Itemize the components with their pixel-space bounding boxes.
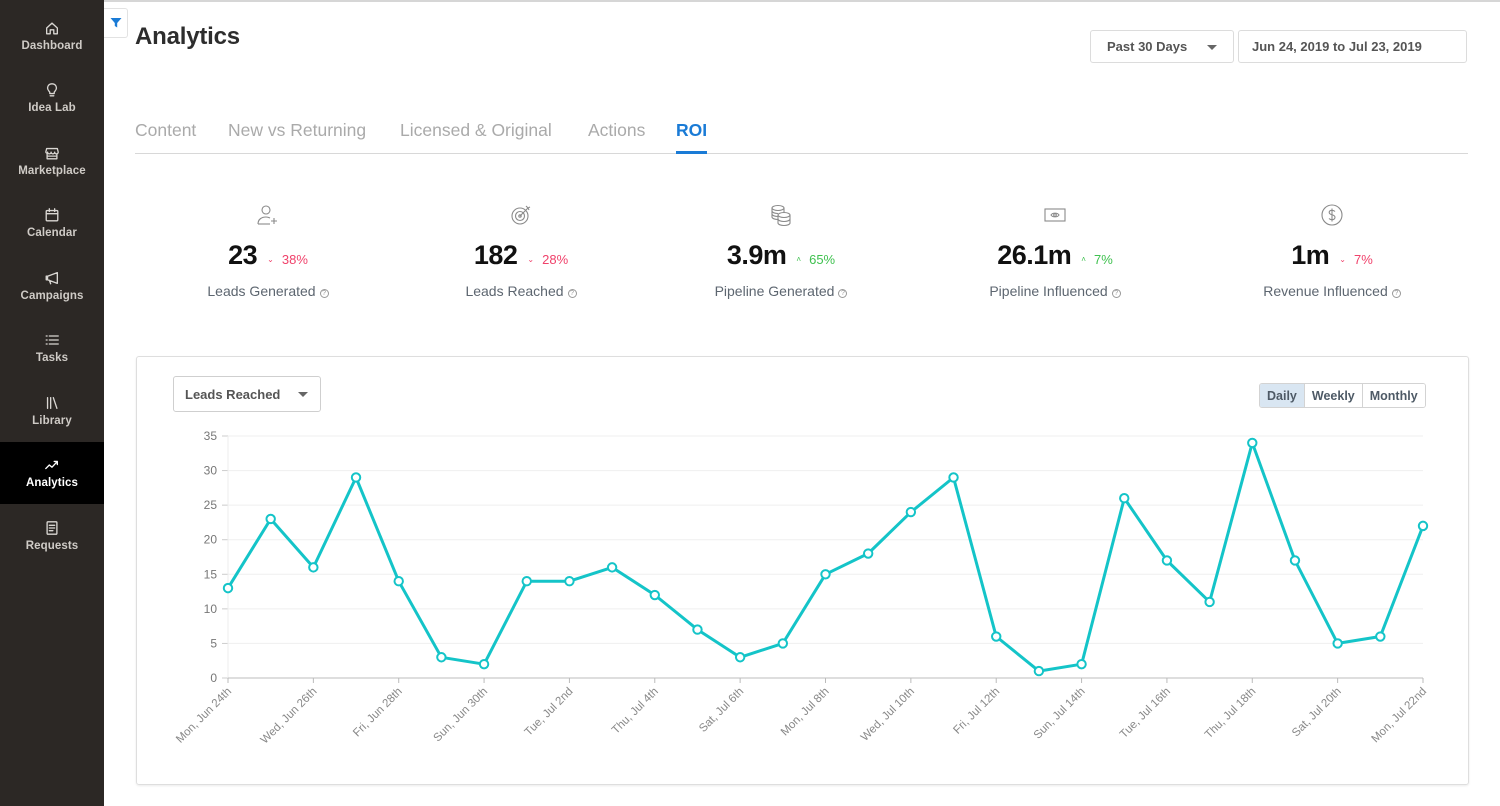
lightbulb-icon [43,81,61,99]
metric-select[interactable]: Leads Reached [173,376,321,412]
filter-icon [110,18,121,28]
store-icon [43,144,61,162]
banknote-icon [1044,208,1066,222]
kpi-change: ⌄ 28% [527,252,569,267]
tab-content[interactable]: Content [135,120,196,141]
kpi-value: 1m [1291,240,1330,270]
sidebar-item-campaigns[interactable]: Campaigns [0,254,104,316]
kpi-label: Leads Reached [465,283,564,299]
arrow-up-icon: ˄ [796,255,802,264]
coins-icon [771,204,791,227]
arrow-down-icon: ⌄ [267,255,274,264]
help-icon[interactable]: ? [567,289,577,298]
caret-down-icon [298,392,308,397]
kpi-change: ⌄ 38% [267,252,308,267]
date-range-field[interactable]: Jun 24, 2019 to Jul 23, 2019 [1238,30,1467,63]
sidebar-item-marketplace[interactable]: Marketplace [0,129,104,191]
dollar-circle-icon [1321,204,1343,226]
sidebar-item-label: Idea Lab [28,102,76,114]
kpi-change: ⌄ 7% [1339,252,1373,267]
metric-select-value: Leads Reached [185,386,281,402]
period-toggle: Daily Weekly Monthly [1259,383,1426,408]
sidebar-item-idea-lab[interactable]: Idea Lab [0,67,104,129]
home-icon [43,19,61,37]
arrow-up-icon: ˄ [1081,255,1086,264]
sidebar-item-label: Tasks [35,352,69,364]
date-range-value: Jun 24, 2019 to Jul 23, 2019 [1252,39,1422,54]
tab-actions[interactable]: Actions [588,120,645,141]
kpi-revenue-influenced: 1m ⌄ 7% Revenue Influenced? [1202,200,1462,299]
kpi-label: Leads Generated [207,283,316,299]
calendar-icon [43,206,61,224]
kpi-value: 182 [473,240,518,270]
user-plus-icon [257,205,277,225]
list-icon [43,331,61,349]
sidebar-item-requests[interactable]: Requests [0,504,104,566]
kpi-leads-reached: 182 ⌄ 28% Leads Reached? [391,200,651,299]
sidebar: Dashboard Idea Lab Marketplace Calendar Camp… [0,0,104,806]
kpi-leads-generated: 23 ⌄ 38% Leads Generated? [138,200,398,299]
caret-down-icon [1207,45,1217,50]
document-icon [43,519,61,537]
kpi-pipeline-generated: 3.9m ˄ 65% Pipeline Generated? [651,200,911,299]
kpi-label: Revenue Influenced [1263,283,1388,299]
kpi-label: Pipeline Generated [714,283,835,299]
help-icon[interactable]: ? [1391,289,1401,298]
filter-button[interactable] [104,8,128,38]
target-icon [511,205,531,225]
sidebar-item-calendar[interactable]: Calendar [0,192,104,254]
sidebar-item-dashboard[interactable]: Dashboard [0,4,104,66]
help-icon[interactable]: ? [319,289,329,298]
tab-roi[interactable]: ROI [676,120,707,141]
trend-up-icon [43,456,61,474]
tab-licensed-original[interactable]: Licensed & Original [400,120,552,141]
arrow-down-icon: ⌄ [1339,255,1346,264]
help-icon[interactable]: ? [1111,289,1121,298]
kpi-change: ˄ 7% [1081,252,1113,267]
kpi-value: 3.9m [726,240,787,270]
kpi-value: 26.1m [997,240,1072,270]
sidebar-item-label: Calendar [26,227,77,239]
tab-new-vs-returning[interactable]: New vs Returning [228,120,366,141]
kpi-change: ˄ 65% [796,252,836,267]
period-daily-button[interactable]: Daily [1260,384,1304,407]
arrow-down-icon: ⌄ [527,255,535,264]
library-icon [43,394,61,412]
period-monthly-button[interactable]: Monthly [1361,384,1425,407]
sidebar-item-label: Dashboard [21,39,83,52]
sidebar-item-label: Campaigns [20,289,84,302]
page-title: Analytics [135,23,240,50]
sidebar-item-label: Marketplace [18,164,86,177]
top-border [104,0,1500,2]
help-icon[interactable]: ? [838,289,848,298]
date-range-preset-value: Past 30 Days [1107,39,1188,54]
sidebar-item-tasks[interactable]: Tasks [0,317,104,379]
sidebar-item-library[interactable]: Library [0,379,104,441]
kpi-label: Pipeline Influenced [989,283,1108,299]
kpi-pipeline-influenced: 26.1m ˄ 7% Pipeline Influenced? [925,200,1185,299]
period-weekly-button[interactable]: Weekly [1303,384,1362,407]
date-range-preset-select[interactable]: Past 30 Days [1090,30,1234,63]
active-tab-indicator [676,151,707,154]
sidebar-item-label: Requests [25,539,79,552]
sidebar-item-analytics[interactable]: Analytics [0,441,104,504]
sidebar-item-label: Analytics [25,477,79,489]
kpi-value: 23 [228,240,258,270]
chart-card [136,356,1469,785]
megaphone-icon [43,269,61,287]
sidebar-item-label: Library [32,414,72,427]
analytics-tabs: Content New vs Returning Licensed & Orig… [135,108,1468,154]
